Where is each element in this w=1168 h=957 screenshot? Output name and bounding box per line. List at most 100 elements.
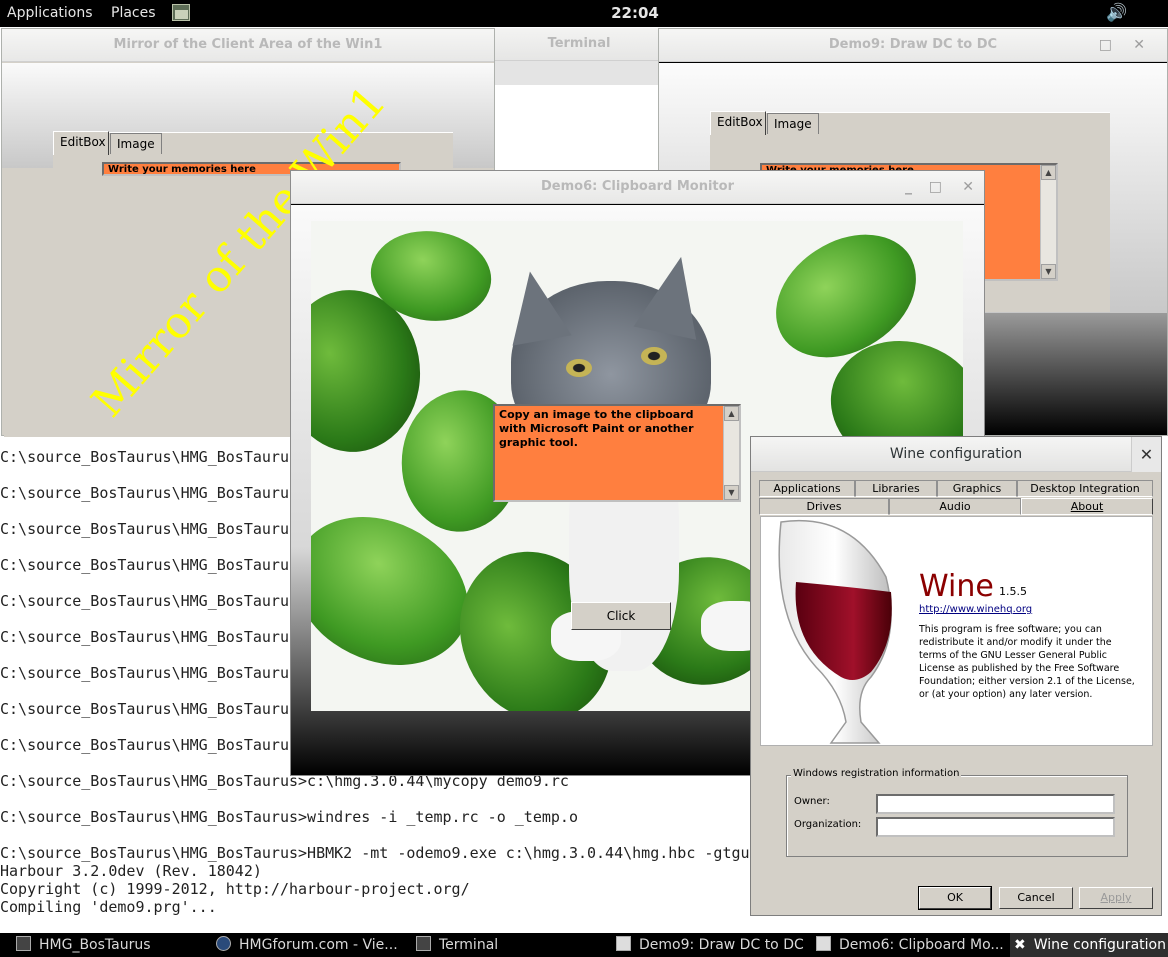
scroll-down-icon[interactable]: ▼: [724, 485, 739, 500]
task-label: Terminal: [439, 937, 499, 953]
terminal-line: C:\source_BosTaurus\HMG_BosTaurus>: [0, 448, 308, 466]
group-label: Windows registration information: [791, 768, 962, 779]
tab-editbox[interactable]: EditBox: [53, 131, 109, 155]
taskbar-item-terminal[interactable]: Terminal: [416, 936, 498, 953]
owner-field[interactable]: [876, 794, 1115, 814]
terminal-line: Compiling 'demo9.prg'...: [0, 898, 217, 916]
registration-group: Windows registration information Owner: …: [786, 768, 1128, 857]
terminal-line: C:\source_BosTaurus\HMG_BosTaurus>: [0, 484, 308, 502]
tab-label: Image: [117, 137, 155, 151]
close-icon[interactable]: ✕: [962, 171, 974, 203]
folder-icon: [16, 936, 31, 951]
memo-text: Write your memories here: [108, 164, 256, 175]
taskbar-item-demo6[interactable]: Demo6: Clipboard Mo...: [816, 936, 1004, 953]
tab-about[interactable]: About: [1021, 498, 1153, 515]
window-icon: [616, 936, 631, 951]
app-version: 1.5.5: [999, 585, 1027, 598]
tab-desktop-integration[interactable]: Desktop Integration: [1017, 480, 1153, 497]
task-label: HMGforum.com - Vie...: [239, 937, 398, 953]
about-panel: Wine 1.5.5 http://www.winehq.org This pr…: [760, 516, 1153, 746]
tab-audio[interactable]: Audio: [889, 498, 1021, 515]
terminal-line: C:\source_BosTaurus\HMG_BosTaurus>: [0, 628, 308, 646]
cat-ear-left: [500, 266, 572, 346]
scroll-up-icon[interactable]: ▲: [1041, 165, 1056, 180]
terminal-line: C:\source_BosTaurus\HMG_BosTaurus>: [0, 736, 308, 754]
terminal-line: C:\source_BosTaurus\HMG_BosTaurus>: [0, 556, 308, 574]
demo6-titlebar[interactable]: Demo6: Clipboard Monitor _ □ ✕: [291, 171, 984, 204]
terminal-icon: [416, 936, 431, 951]
window-title: Wine configuration: [889, 446, 1023, 462]
applications-menu[interactable]: Applications: [7, 5, 93, 21]
cat-eye-right: [641, 347, 667, 365]
tab-drives[interactable]: Drives: [759, 498, 889, 515]
tab-label: Image: [774, 117, 812, 131]
task-label: Demo6: Clipboard Mo...: [839, 937, 1004, 953]
maximize-icon[interactable]: □: [929, 171, 942, 203]
terminal-line: C:\source_BosTaurus\HMG_BosTaurus>: [0, 592, 308, 610]
wine-glass-logo: [778, 520, 892, 744]
organization-label: Organization:: [794, 819, 862, 830]
wine-titlebar[interactable]: Wine configuration: [751, 437, 1161, 472]
top-panel: Applications Places 22:04 🔊: [0, 0, 1168, 27]
task-label: Demo9: Draw DC to DC: [639, 937, 804, 953]
window-title: Mirror of the Client Area of the Win1: [113, 37, 383, 52]
terminal-line: C:\source_BosTaurus\HMG_BosTaurus>HBMK2 …: [0, 844, 759, 862]
task-label: Wine configuration: [1033, 937, 1166, 953]
taskbar-item-hmgforum[interactable]: HMGforum.com - Vie...: [216, 936, 398, 953]
terminal-line: C:\source_BosTaurus\HMG_BosTaurus>: [0, 700, 308, 718]
taskbar-item-demo9[interactable]: Demo9: Draw DC to DC: [616, 936, 804, 953]
click-button[interactable]: Click: [571, 602, 671, 630]
app-name: Wine: [919, 569, 994, 604]
tab-label: EditBox: [60, 135, 106, 149]
window-title: Demo6: Clipboard Monitor: [540, 179, 734, 194]
ok-button[interactable]: OK: [918, 886, 992, 910]
apply-button[interactable]: Apply: [1079, 887, 1153, 909]
license-text: This program is free software; you can r…: [919, 624, 1135, 700]
close-icon[interactable]: ✕: [1131, 437, 1161, 472]
demo9-titlebar[interactable]: Demo9: Draw DC to DC □ ✕: [659, 29, 1167, 62]
owner-label: Owner:: [794, 796, 830, 807]
terminal-line: Harbour 3.2.0dev (Rev. 18042): [0, 862, 262, 880]
home-folder-icon[interactable]: [172, 4, 190, 21]
clock[interactable]: 22:04: [560, 4, 710, 22]
taskbar: HMG_BosTaurus HMGforum.com - Vie... Term…: [0, 933, 1168, 957]
tools-icon: ✖: [1014, 937, 1026, 953]
task-label: HMG_BosTaurus: [39, 937, 151, 953]
terminal-line: C:\source_BosTaurus\HMG_BosTaurus>: [0, 520, 308, 538]
memo-scrollbar[interactable]: ▲ ▼: [1040, 165, 1056, 279]
terminal-line: Copyright (c) 1999-2012, http://harbour-…: [0, 880, 470, 898]
cancel-button[interactable]: Cancel: [999, 887, 1073, 909]
terminal-titlebar[interactable]: Terminal: [494, 28, 664, 61]
places-menu[interactable]: Places: [111, 5, 156, 21]
tab-image[interactable]: Image: [110, 133, 162, 154]
close-icon[interactable]: ✕: [1133, 29, 1145, 61]
mirror-titlebar[interactable]: Mirror of the Client Area of the Win1: [2, 29, 494, 62]
volume-icon[interactable]: 🔊: [1106, 3, 1132, 23]
wine-config-window[interactable]: Wine configuration ✕ Applications Librar…: [750, 436, 1162, 916]
window-title: Terminal: [547, 36, 611, 51]
terminal-window[interactable]: Terminal: [494, 28, 664, 88]
terminal-line: C:\source_BosTaurus\HMG_BosTaurus>windre…: [0, 808, 578, 826]
winehq-link[interactable]: http://www.winehq.org: [919, 604, 1032, 615]
tab-libraries[interactable]: Libraries: [855, 480, 937, 497]
clipboard-memo[interactable]: Copy an image to the clipboard with Micr…: [493, 404, 741, 502]
browser-icon: [216, 936, 231, 951]
tab-applications[interactable]: Applications: [759, 480, 855, 497]
memo-text: Copy an image to the clipboard with Micr…: [499, 408, 694, 449]
cat-eye-left: [566, 359, 592, 377]
taskbar-item-hmg-bostaurus[interactable]: HMG_BosTaurus: [16, 936, 151, 953]
window-title: Demo9: Draw DC to DC: [828, 37, 998, 52]
tab-editbox[interactable]: EditBox: [710, 111, 766, 135]
scroll-up-icon[interactable]: ▲: [724, 406, 739, 421]
scroll-down-icon[interactable]: ▼: [1041, 264, 1056, 279]
tab-graphics[interactable]: Graphics: [937, 480, 1017, 497]
terminal-line: C:\source_BosTaurus\HMG_BosTaurus>: [0, 664, 308, 682]
memo-scrollbar[interactable]: ▲ ▼: [723, 406, 739, 500]
tab-image[interactable]: Image: [767, 113, 819, 134]
window-icon: [816, 936, 831, 951]
minimize-icon[interactable]: _: [905, 171, 912, 203]
tab-label: EditBox: [717, 115, 763, 129]
maximize-icon[interactable]: □: [1099, 29, 1112, 61]
taskbar-item-wine-configuration[interactable]: ✖ Wine configuration: [1010, 933, 1168, 957]
organization-field[interactable]: [876, 817, 1115, 837]
